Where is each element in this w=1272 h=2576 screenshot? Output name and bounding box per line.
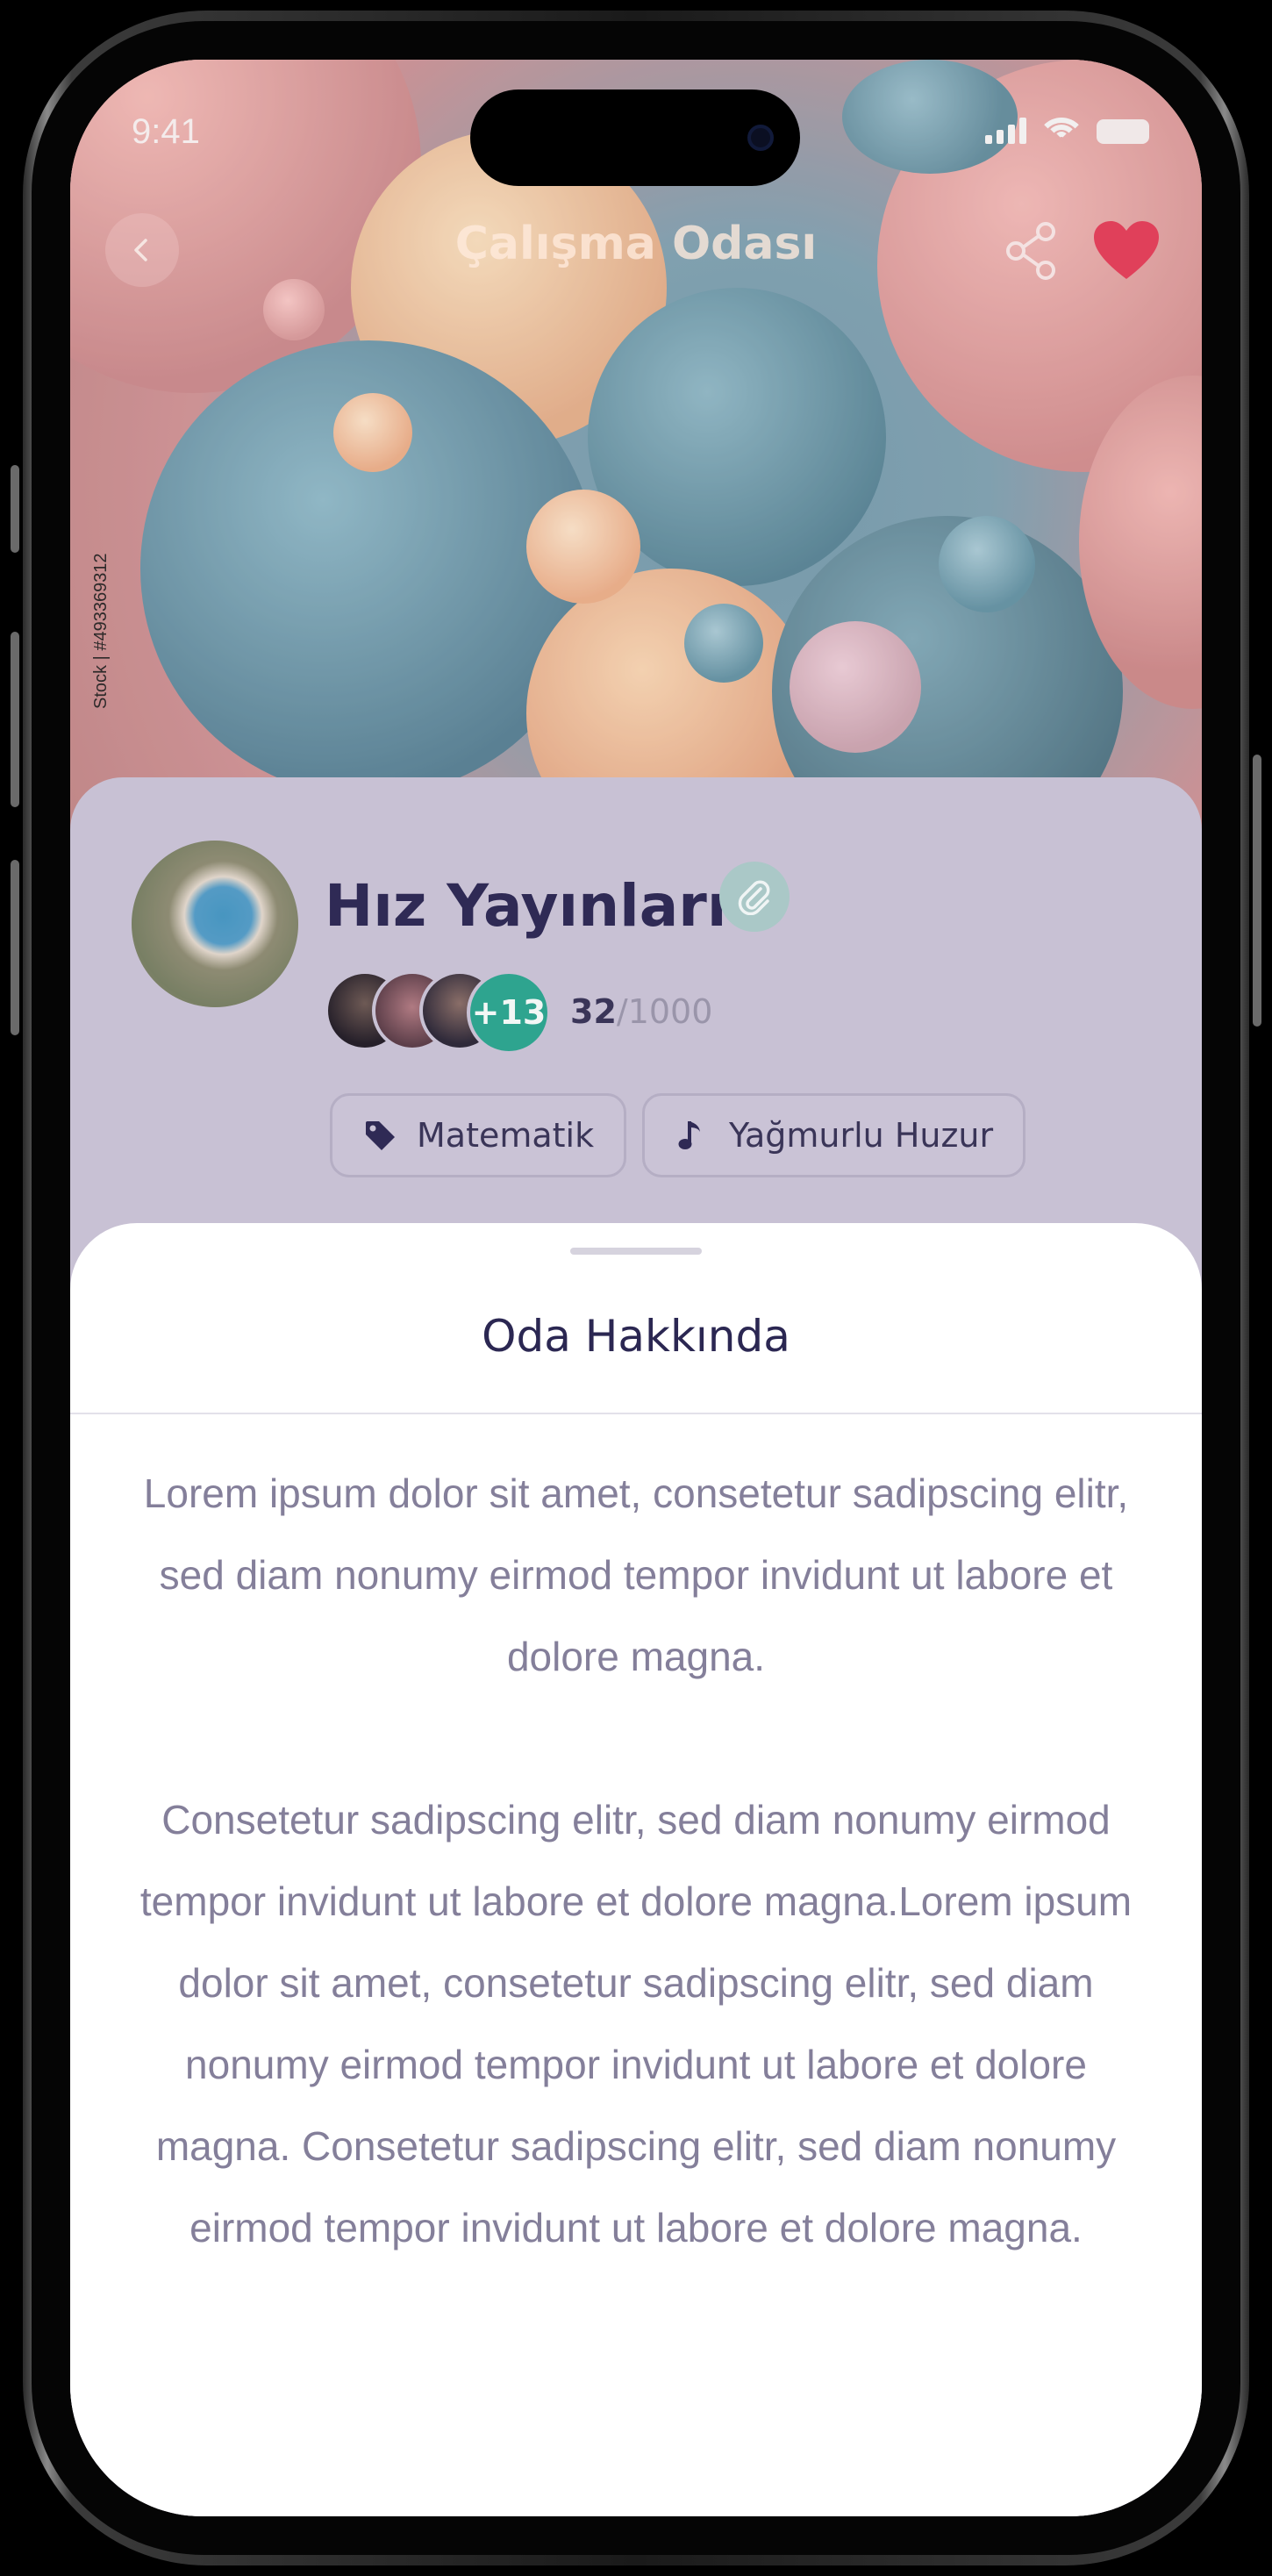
tag-label: Matematik (417, 1116, 595, 1155)
status-icons (985, 116, 1149, 144)
member-avatars[interactable]: +13 (325, 970, 553, 1055)
description-paragraph: Consetetur sadipscing elitr, sed diam no… (139, 1797, 1133, 2250)
sheet-drag-handle[interactable] (570, 1248, 702, 1255)
room-name: Hız Yayınları (325, 872, 727, 940)
about-room-sheet: Oda Hakkında Lorem ipsum dolor sit amet,… (70, 1223, 1202, 2516)
link-button[interactable] (719, 862, 790, 932)
members-more-badge: +13 (467, 970, 551, 1055)
member-count-max: /1000 (616, 992, 713, 1031)
about-room-description: Lorem ipsum dolor sit amet, consetetur s… (132, 1453, 1140, 2269)
screen: Stock | #493369312 9:41 Çalışma Odası Hı… (70, 60, 1202, 2516)
cellular-signal-icon (985, 118, 1026, 144)
image-watermark: Stock | #493369312 (91, 553, 111, 709)
camera-icon (747, 125, 774, 151)
battery-icon (1097, 119, 1149, 144)
tag-chip-subject[interactable]: Matematik (330, 1093, 627, 1177)
wifi-icon (1042, 116, 1081, 144)
volume-down-button (11, 860, 19, 1035)
member-count-current: 32 (570, 992, 617, 1031)
sheet-title: Oda Hakkında (482, 1311, 790, 1362)
share-icon[interactable] (1000, 219, 1063, 283)
music-note-icon (678, 1121, 700, 1149)
dynamic-island (470, 89, 800, 186)
divider (70, 1413, 1202, 1414)
action-button (11, 465, 19, 553)
tag-chip-music[interactable]: Yağmurlu Huzur (642, 1093, 1026, 1177)
tag-label: Yağmurlu Huzur (729, 1116, 994, 1155)
heart-icon[interactable] (1092, 219, 1161, 283)
description-paragraph: Lorem ipsum dolor sit amet, consetetur s… (143, 1470, 1129, 1679)
room-avatar (132, 841, 298, 1007)
volume-up-button (11, 632, 19, 807)
member-count: 32/1000 (570, 992, 712, 1031)
tag-icon (366, 1121, 395, 1150)
paperclip-icon (738, 880, 770, 915)
power-button (1253, 755, 1261, 1027)
status-time: 9:41 (132, 112, 200, 151)
